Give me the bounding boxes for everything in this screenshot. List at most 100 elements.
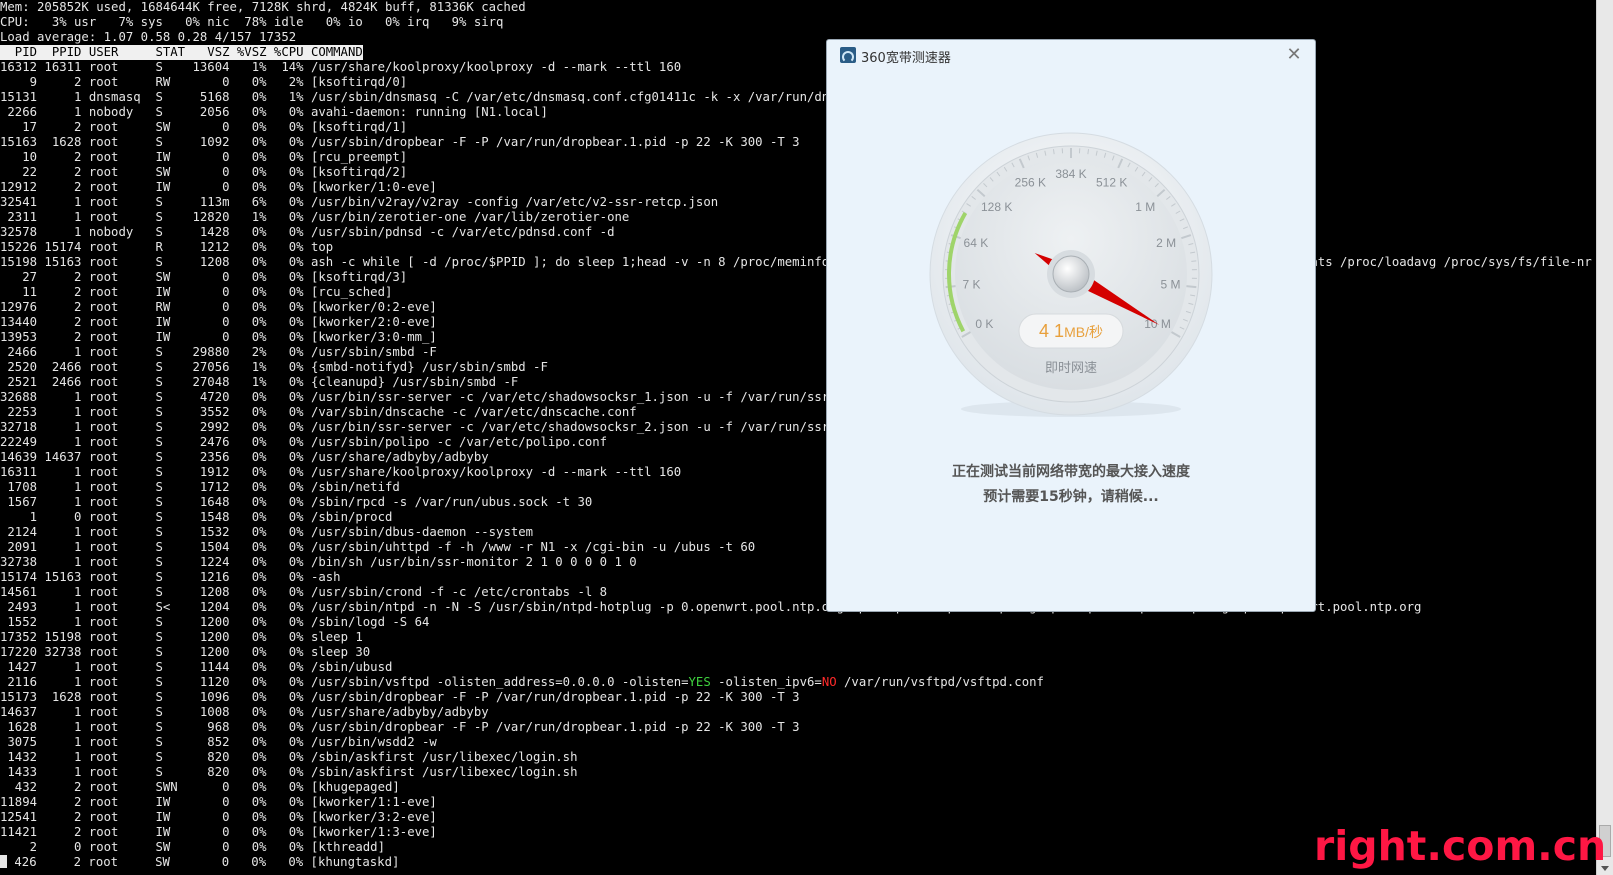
process-fields: 22249 1 root S 2476 0% 0% <box>0 435 311 449</box>
process-fields: 2 0 root SW 0 0% 0% <box>0 840 311 854</box>
process-command: /sbin/logd -S 64 <box>310 615 430 629</box>
process-row: 32718 1 root S 2992 0% 0% /usr/bin/ssr-s… <box>0 420 1597 435</box>
process-command: /usr/bin/v2ray/v2ray -config /var/etc/v2… <box>310 195 719 209</box>
process-command: /sbin/askfirst /usr/libexec/login.sh <box>310 750 578 764</box>
process-command: /usr/sbin/uhttpd -f -h /www -r N1 -x /cg… <box>310 540 756 554</box>
process-command: [ksoftirqd/0] <box>310 75 408 89</box>
process-fields: 15131 1 dnsmasq S 5168 0% 1% <box>0 90 311 104</box>
process-row: 2466 1 root S 29880 2% 0% /usr/sbin/smbd… <box>0 345 1597 360</box>
process-command: {cleanupd} /usr/sbin/smbd -F <box>310 375 519 389</box>
process-command: [kworker/3:0-mm_] <box>310 330 437 344</box>
process-command: [kworker/0:2-eve] <box>310 300 437 314</box>
process-row: 15226 15174 root R 1212 0% 0% top <box>0 240 1597 255</box>
flag-no: NO <box>821 675 837 689</box>
speed-caption: 即时网速 <box>1045 361 1097 376</box>
process-command: sleep 30 <box>310 645 371 659</box>
process-command: top <box>310 240 334 254</box>
gauge-scale-label: 7 K <box>963 277 981 291</box>
process-command: [rcu_preempt] <box>310 150 408 164</box>
process-row: 432 2 root SWN 0 0% 0% [khugepaged] <box>0 780 1597 795</box>
process-fields: 1708 1 root S 1712 0% 0% <box>0 480 311 494</box>
process-command: [kthreadd] <box>310 840 385 854</box>
close-button[interactable]: ✕ <box>1283 44 1305 66</box>
dialog-title: 360宽带测速器 <box>861 51 951 66</box>
process-fields: 17352 15198 root S 1200 0% 0% <box>0 630 311 644</box>
gauge-scale-label: 128 K <box>981 200 1012 214</box>
gauge-tick <box>1191 260 1197 262</box>
process-command: [rcu_sched] <box>310 285 393 299</box>
process-row: 2521 2466 root S 27048 1% 0% {cleanupd} … <box>0 375 1597 390</box>
process-fields: 27 2 root SW 0 0% 0% <box>0 270 311 284</box>
process-fields: 22 2 root SW 0 0% 0% <box>0 165 311 179</box>
process-row: 15163 1628 root S 1092 0% 0% /usr/sbin/d… <box>0 135 1597 150</box>
process-fields: 13440 2 root IW 0 0% 0% <box>0 315 311 329</box>
process-row: 2520 2466 root S 27056 1% 0% {smbd-notif… <box>0 360 1597 375</box>
watermark-logo: right.com.cn <box>1314 822 1607 870</box>
process-row: 2091 1 root S 1504 0% 0% /usr/sbin/uhttp… <box>0 540 1597 555</box>
status-estimate: 预计需要15秒钟，请稍候... <box>983 489 1159 505</box>
process-fields: 14637 1 root S 1008 0% 0% <box>0 705 311 719</box>
process-command: /usr/sbin/smbd -F <box>310 345 437 359</box>
process-row: 1432 1 root S 820 0% 0% /sbin/askfirst /… <box>0 750 1597 765</box>
process-command: [ksoftirqd/1] <box>310 120 408 134</box>
process-fields: 2116 1 root S 1120 0% 0% <box>0 675 311 689</box>
process-row: 13953 2 root IW 0 0% 0% [kworker/3:0-mm_… <box>0 330 1597 345</box>
process-command: /usr/sbin/dropbear -F -P /var/run/dropbe… <box>310 135 800 149</box>
process-fields: 2311 1 root S 12820 1% 0% <box>0 210 311 224</box>
process-row: 1552 1 root S 1200 0% 0% /sbin/logd -S 6… <box>0 615 1597 630</box>
gauge-scale-label: 256 K <box>1015 176 1046 190</box>
process-fields: 32578 1 nobody S 1428 0% 0% <box>0 225 311 239</box>
gauge-scale-label: 2 M <box>1156 236 1176 250</box>
process-fields: 3075 1 root S 852 0% 0% <box>0 735 311 749</box>
process-row: 2493 1 root S< 1204 0% 0% /usr/sbin/ntpd… <box>0 600 1597 615</box>
process-command: [khugepaged] <box>310 780 400 794</box>
process-command: /usr/sbin/dropbear -F -P /var/run/dropbe… <box>310 690 800 704</box>
process-row: 17 2 root SW 0 0% 0% [ksoftirqd/1] <box>0 120 1597 135</box>
process-fields: 9 2 root RW 0 0% 2% <box>0 75 311 89</box>
gauge-scale-label: 384 K <box>1055 167 1086 181</box>
cpu-summary: CPU: 3% usr 7% sys 0% nic 78% idle 0% io… <box>0 15 504 29</box>
process-row: 1628 1 root S 968 0% 0% /usr/sbin/dropbe… <box>0 720 1597 735</box>
process-fields: 1552 1 root S 1200 0% 0% <box>0 615 311 629</box>
process-fields: 10 2 root IW 0 0% 0% <box>0 150 311 164</box>
process-row: 16312 16311 root S 13604 1% 14% /usr/sha… <box>0 60 1597 75</box>
process-fields: 2266 1 nobody S 2056 0% 0% <box>0 105 311 119</box>
process-fields: 11894 2 root IW 0 0% 0% <box>0 795 311 809</box>
process-fields: 2521 2466 root S 27048 1% 0% <box>0 375 311 389</box>
gauge-tick <box>1087 149 1090 155</box>
process-row: 12976 2 root RW 0 0% 0% [kworker/0:2-eve… <box>0 300 1597 315</box>
process-fields: 2253 1 root S 3552 0% 0% <box>0 405 311 419</box>
process-fields: 15163 1628 root S 1092 0% 0% <box>0 135 311 149</box>
process-fields: 2091 1 root S 1504 0% 0% <box>0 540 311 554</box>
process-row: 14561 1 root S 1208 0% 0% /usr/sbin/cron… <box>0 585 1597 600</box>
process-row: 14637 1 root S 1008 0% 0% /usr/share/adb… <box>0 705 1597 720</box>
process-table-header: PID PPID USER STAT VSZ %VSZ %CPU COMMAND <box>0 45 363 60</box>
process-command: [kworker/1:1-eve] <box>310 795 437 809</box>
process-row: 2124 1 root S 1532 0% 0% /usr/sbin/dbus-… <box>0 525 1597 540</box>
process-row: 15173 1628 root S 1096 0% 0% /usr/sbin/d… <box>0 690 1597 705</box>
process-row: 1 0 root S 1548 0% 0% /sbin/procd <box>0 510 1597 525</box>
gauge-scale-label: 0 K <box>975 317 993 331</box>
process-command: /usr/sbin/crond -f -c /etc/crontabs -l 8 <box>310 585 608 599</box>
scrollbar[interactable] <box>1596 0 1613 875</box>
dialog-titlebar[interactable]: 360宽带测速器 ✕ <box>827 40 1315 70</box>
speed-test-dialog: 360宽带测速器 ✕ 0 K 7 K 64 K 128 K 256 K 384 K 512 … <box>826 39 1316 612</box>
process-row: 32541 1 root S 113m 6% 0% /usr/bin/v2ray… <box>0 195 1597 210</box>
process-command: /usr/share/adbyby/adbyby <box>310 705 489 719</box>
load-average: Load average: 1.07 0.58 0.28 4/157 17352 <box>0 30 297 44</box>
process-command: /usr/bin/wsdd2 -w <box>310 735 437 749</box>
process-fields: 32541 1 root S 113m 6% 0% <box>0 195 311 209</box>
process-fields: 32688 1 root S 4720 0% 0% <box>0 390 311 404</box>
process-row: 32578 1 nobody S 1428 0% 0% /usr/sbin/pd… <box>0 225 1597 240</box>
process-fields: 2493 1 root S< 1204 0% 0% <box>0 600 311 614</box>
process-command: /var/sbin/dnscache -c /var/etc/dnscache.… <box>310 405 637 419</box>
terminal[interactable]: Mem: 205852K used, 1684644K free, 7128K … <box>0 0 1597 875</box>
process-command: [kworker/3:2-eve] <box>310 810 437 824</box>
process-command: /usr/sbin/pdnsd -c /var/etc/pdnsd.conf -… <box>310 225 615 239</box>
process-row: 1427 1 root S 1144 0% 0% /sbin/ubusd <box>0 660 1597 675</box>
gauge-scale-label: 5 M <box>1160 277 1180 291</box>
app-logo-icon <box>840 47 856 63</box>
process-row: 17352 15198 root S 1200 0% 0% sleep 1 <box>0 630 1597 645</box>
process-fields: 1433 1 root S 820 0% 0% <box>0 765 311 779</box>
gauge-hub <box>1052 255 1090 293</box>
